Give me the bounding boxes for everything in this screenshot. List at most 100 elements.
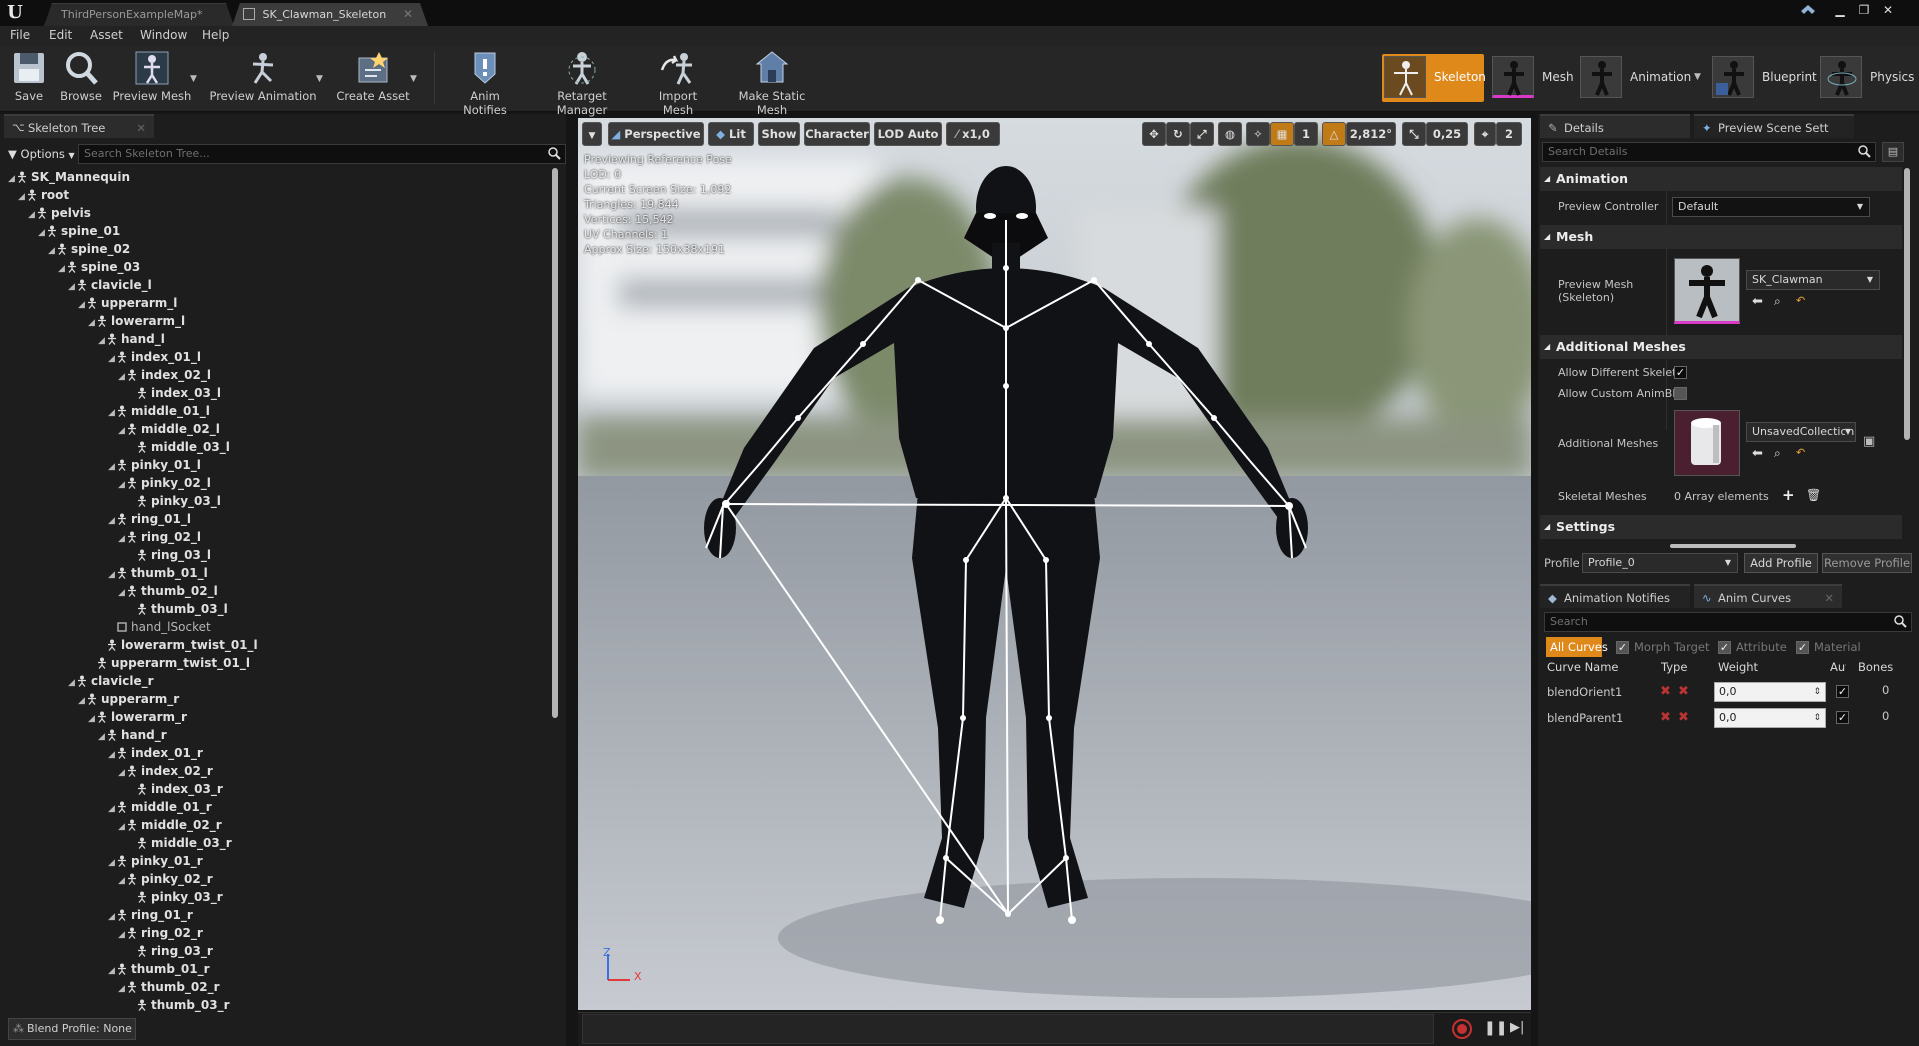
expand-arrow-icon[interactable]: ◢ <box>118 818 126 836</box>
preview-animation-dropdown-icon[interactable]: ▼ <box>316 74 323 84</box>
tree-bone-row[interactable]: ◢ ring_02_l <box>118 528 201 546</box>
make-static-mesh-button[interactable]: Make Static Mesh <box>722 50 822 117</box>
additional-meshes-select[interactable]: UnsavedCollection ▼ <box>1746 422 1856 442</box>
unreal-logo-icon[interactable]: U <box>4 2 26 24</box>
rotate-tool-icon[interactable]: ↻ <box>1166 122 1190 146</box>
menu-file[interactable]: File <box>10 28 30 42</box>
preview-animation-button[interactable]: Preview Animation <box>208 50 318 108</box>
camera-speed-icon[interactable]: ⌖ <box>1474 122 1496 146</box>
browse-asset-icon[interactable]: ⌕ <box>1774 294 1781 309</box>
tree-bone-row[interactable]: ◢ thumb_02_l <box>118 582 218 600</box>
column-auto[interactable]: Auto <box>1830 660 1846 674</box>
save-collection-icon[interactable]: ▣ <box>1863 434 1875 449</box>
surface-snap-icon[interactable]: ✧ <box>1246 122 1270 146</box>
menu-edit[interactable]: Edit <box>49 28 72 42</box>
curves-search-input[interactable]: Search <box>1544 612 1912 632</box>
timeline-scrubber[interactable] <box>582 1014 1434 1044</box>
preview-controller-select[interactable]: Default ▼ <box>1672 197 1870 217</box>
expand-arrow-icon[interactable]: ◢ <box>118 530 126 548</box>
tree-bone-row[interactable]: ◢ lowerarm_l <box>88 312 185 330</box>
view-options-icon[interactable]: ▤ <box>1882 142 1904 162</box>
expand-arrow-icon[interactable]: ◢ <box>108 350 116 368</box>
filter-all-curves[interactable]: All Curves <box>1546 637 1608 657</box>
profile-select[interactable]: Profile_0 ▼ <box>1582 553 1738 573</box>
maximize-icon[interactable]: ❐ <box>1854 2 1874 18</box>
rotation-snap-icon[interactable]: △ <box>1322 122 1346 146</box>
expand-arrow-icon[interactable]: ◢ <box>8 170 16 188</box>
import-mesh-button[interactable]: Import Mesh <box>642 50 714 117</box>
tree-bone-row[interactable]: ◢ middle_02_r <box>118 816 222 834</box>
expand-arrow-icon[interactable]: ◢ <box>118 476 126 494</box>
playback-speed-button[interactable]: ⁄ x1,0 <box>946 122 1000 146</box>
tree-bone-row[interactable]: ◢ hand_r <box>98 726 167 744</box>
expand-arrow-icon[interactable]: ◢ <box>108 512 116 530</box>
mesh-category-header[interactable]: ◢ Mesh <box>1540 225 1902 249</box>
curve-auto-checkbox[interactable]: ✓ <box>1836 685 1849 698</box>
expand-arrow-icon[interactable]: ◢ <box>108 458 116 476</box>
expand-arrow-icon[interactable]: ◢ <box>118 872 126 890</box>
tree-bone-row[interactable]: ◢ upperarm_r <box>78 690 179 708</box>
expand-arrow-icon[interactable]: ◢ <box>118 764 126 782</box>
anim-notifies-button[interactable]: Anim Notifies <box>448 50 522 117</box>
grid-snap-value[interactable]: 1 <box>1294 122 1318 146</box>
lit-button[interactable]: ◆ Lit <box>708 122 754 146</box>
expand-arrow-icon[interactable]: ◢ <box>98 332 106 350</box>
tree-bone-row[interactable]: ◢ pinky_01_l <box>108 456 201 474</box>
expand-arrow-icon[interactable]: ◢ <box>108 566 116 584</box>
material-type-icon[interactable]: ✖ <box>1678 710 1689 725</box>
reset-icon[interactable]: ↶ <box>1796 446 1805 459</box>
tree-bone-row[interactable]: upperarm_twist_01_l <box>88 654 250 672</box>
tree-bone-row[interactable]: ◢ spine_01 <box>38 222 120 240</box>
mode-tab-physics[interactable]: Physics <box>1818 54 1914 102</box>
tree-bone-row[interactable]: ◢ pinky_01_r <box>108 852 203 870</box>
tree-bone-row[interactable]: ◢ middle_02_l <box>118 420 220 438</box>
expand-arrow-icon[interactable]: ◢ <box>78 296 86 314</box>
menu-help[interactable]: Help <box>202 28 229 42</box>
tree-bone-row[interactable]: ◢ pinky_02_l <box>118 474 211 492</box>
skeleton-search-input[interactable]: Search Skeleton Tree... <box>78 144 566 164</box>
record-button[interactable] <box>1452 1019 1472 1039</box>
close-window-icon[interactable]: ✕ <box>1878 2 1898 18</box>
remove-profile-button[interactable]: Remove Profile <box>1822 553 1912 573</box>
menu-asset[interactable]: Asset <box>90 28 123 42</box>
tree-bone-row[interactable]: ◢ pelvis <box>28 204 91 222</box>
retarget-manager-button[interactable]: Retarget Manager <box>532 50 632 117</box>
tree-bone-row[interactable]: ◢ spine_02 <box>48 240 130 258</box>
additional-meshes-category-header[interactable]: ◢ Additional Meshes <box>1540 335 1902 359</box>
mode-tab-blueprint[interactable]: Blueprint <box>1710 54 1817 102</box>
animation-category-header[interactable]: ◢ Animation <box>1540 167 1902 191</box>
tab-third-person-map[interactable]: ThirdPersonExampleMap* <box>44 3 234 26</box>
close-tab-icon[interactable]: ✕ <box>403 4 413 25</box>
lod-button[interactable]: LOD Auto <box>874 122 942 146</box>
preview-mesh-select[interactable]: SK_Clawman ▼ <box>1746 270 1880 290</box>
menu-window[interactable]: Window <box>140 28 187 42</box>
expand-arrow-icon[interactable]: ◢ <box>38 224 46 242</box>
tree-bone-row[interactable]: ring_03_r <box>128 942 213 960</box>
tree-bone-row[interactable]: index_03_l <box>128 384 221 402</box>
tree-bone-row[interactable]: pinky_03_l <box>128 492 221 510</box>
expand-arrow-icon[interactable]: ◢ <box>108 908 116 926</box>
scale-snap-icon[interactable]: ⤡ <box>1402 122 1426 146</box>
details-scrollbar[interactable] <box>1904 168 1910 440</box>
mode-tab-mesh[interactable]: Mesh <box>1490 54 1574 102</box>
add-profile-button[interactable]: Add Profile <box>1744 553 1818 573</box>
tree-scrollbar[interactable] <box>552 168 558 718</box>
perspective-button[interactable]: ◢ Perspective <box>608 122 704 146</box>
expand-arrow-icon[interactable]: ◢ <box>118 584 126 602</box>
notification-icon[interactable] <box>1798 2 1818 18</box>
close-tab-icon[interactable]: ✕ <box>136 116 146 140</box>
tree-bone-row[interactable]: middle_03_l <box>128 438 230 456</box>
tree-bone-row[interactable]: ring_03_l <box>128 546 211 564</box>
expand-arrow-icon[interactable]: ◢ <box>88 710 96 728</box>
expand-arrow-icon[interactable]: ◢ <box>108 746 116 764</box>
expand-arrow-icon[interactable]: ◢ <box>68 674 76 692</box>
filter-attribute[interactable]: Attribute <box>1736 637 1787 657</box>
curve-auto-checkbox[interactable]: ✓ <box>1836 711 1849 724</box>
tree-socket-row[interactable]: hand_lSocket <box>108 618 211 636</box>
tree-bone-row[interactable]: ◢ hand_l <box>98 330 165 348</box>
expand-arrow-icon[interactable]: ◢ <box>118 422 126 440</box>
reset-icon[interactable]: ↶ <box>1796 294 1805 307</box>
tree-bone-row[interactable]: index_03_r <box>128 780 223 798</box>
blend-profile-dropdown[interactable]: ⁂ Blend Profile: None ▼ <box>8 1018 136 1046</box>
filter-morph-target[interactable]: Morph Target <box>1634 637 1710 657</box>
